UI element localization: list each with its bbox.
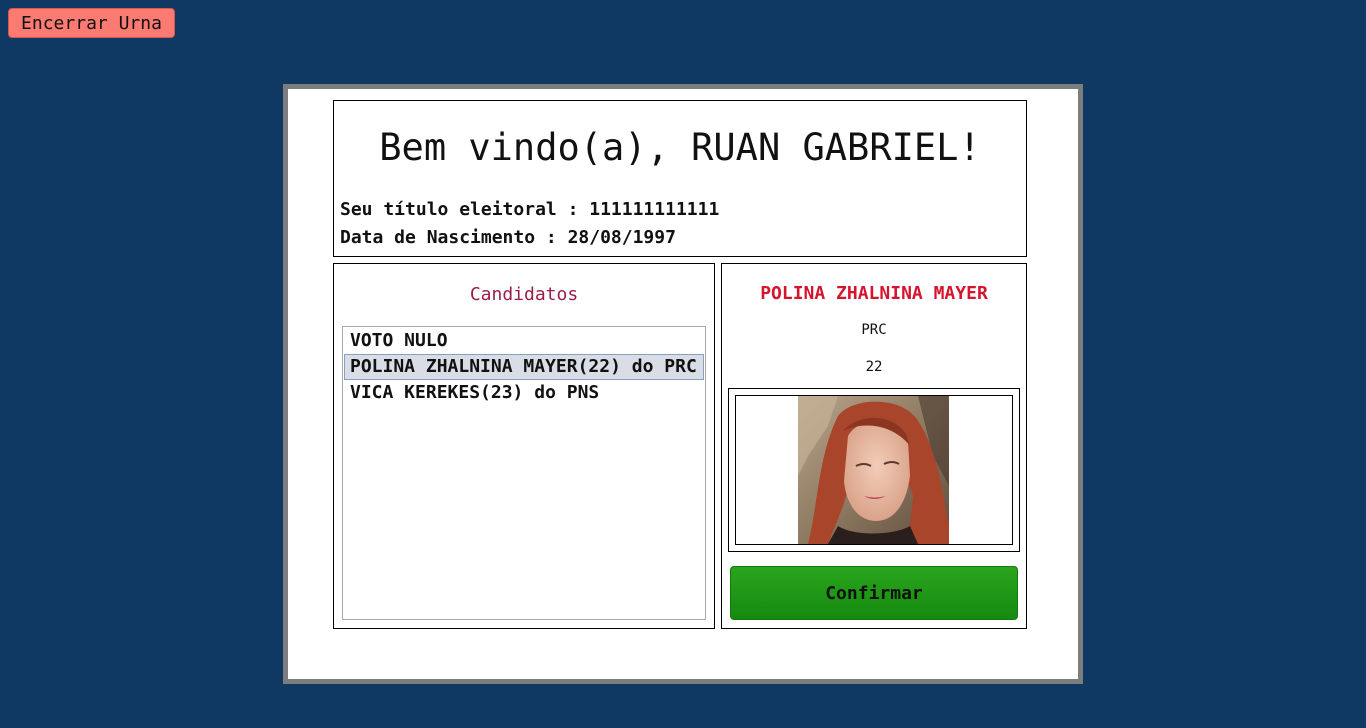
candidate-option-null[interactable]: VOTO NULO <box>344 328 704 354</box>
candidate-name: POLINA ZHALNINA MAYER <box>760 283 988 304</box>
candidate-photo-frame <box>728 388 1020 552</box>
birth-date-line: Data de Nascimento : 28/08/1997 <box>340 227 676 248</box>
voter-id-line: Seu título eleitoral : 111111111111 <box>340 199 720 220</box>
voting-frame: Bem vindo(a), RUAN GABRIEL! Seu título e… <box>283 84 1083 684</box>
candidate-option-polina[interactable]: POLINA ZHALNINA MAYER(22) do PRC <box>344 354 704 380</box>
candidate-number: 22 <box>865 359 883 375</box>
candidate-photo-inner <box>735 395 1013 545</box>
candidate-party: PRC <box>861 322 887 338</box>
welcome-title: Bem vindo(a), RUAN GABRIEL! <box>379 126 981 169</box>
candidates-list[interactable]: VOTO NULO POLINA ZHALNINA MAYER(22) do P… <box>342 326 706 620</box>
confirm-button[interactable]: Confirmar <box>730 566 1018 620</box>
candidate-option-vica[interactable]: VICA KEREKES(23) do PNS <box>344 380 704 406</box>
candidates-panel: Candidatos VOTO NULO POLINA ZHALNINA MAY… <box>333 263 715 629</box>
welcome-panel: Bem vindo(a), RUAN GABRIEL! Seu título e… <box>333 100 1027 257</box>
candidate-detail-panel: POLINA ZHALNINA MAYER PRC 22 Confirmar <box>721 263 1027 629</box>
candidate-photo <box>798 396 949 544</box>
end-urn-button[interactable]: Encerrar Urna <box>8 8 175 38</box>
candidates-title: Candidatos <box>469 284 579 305</box>
